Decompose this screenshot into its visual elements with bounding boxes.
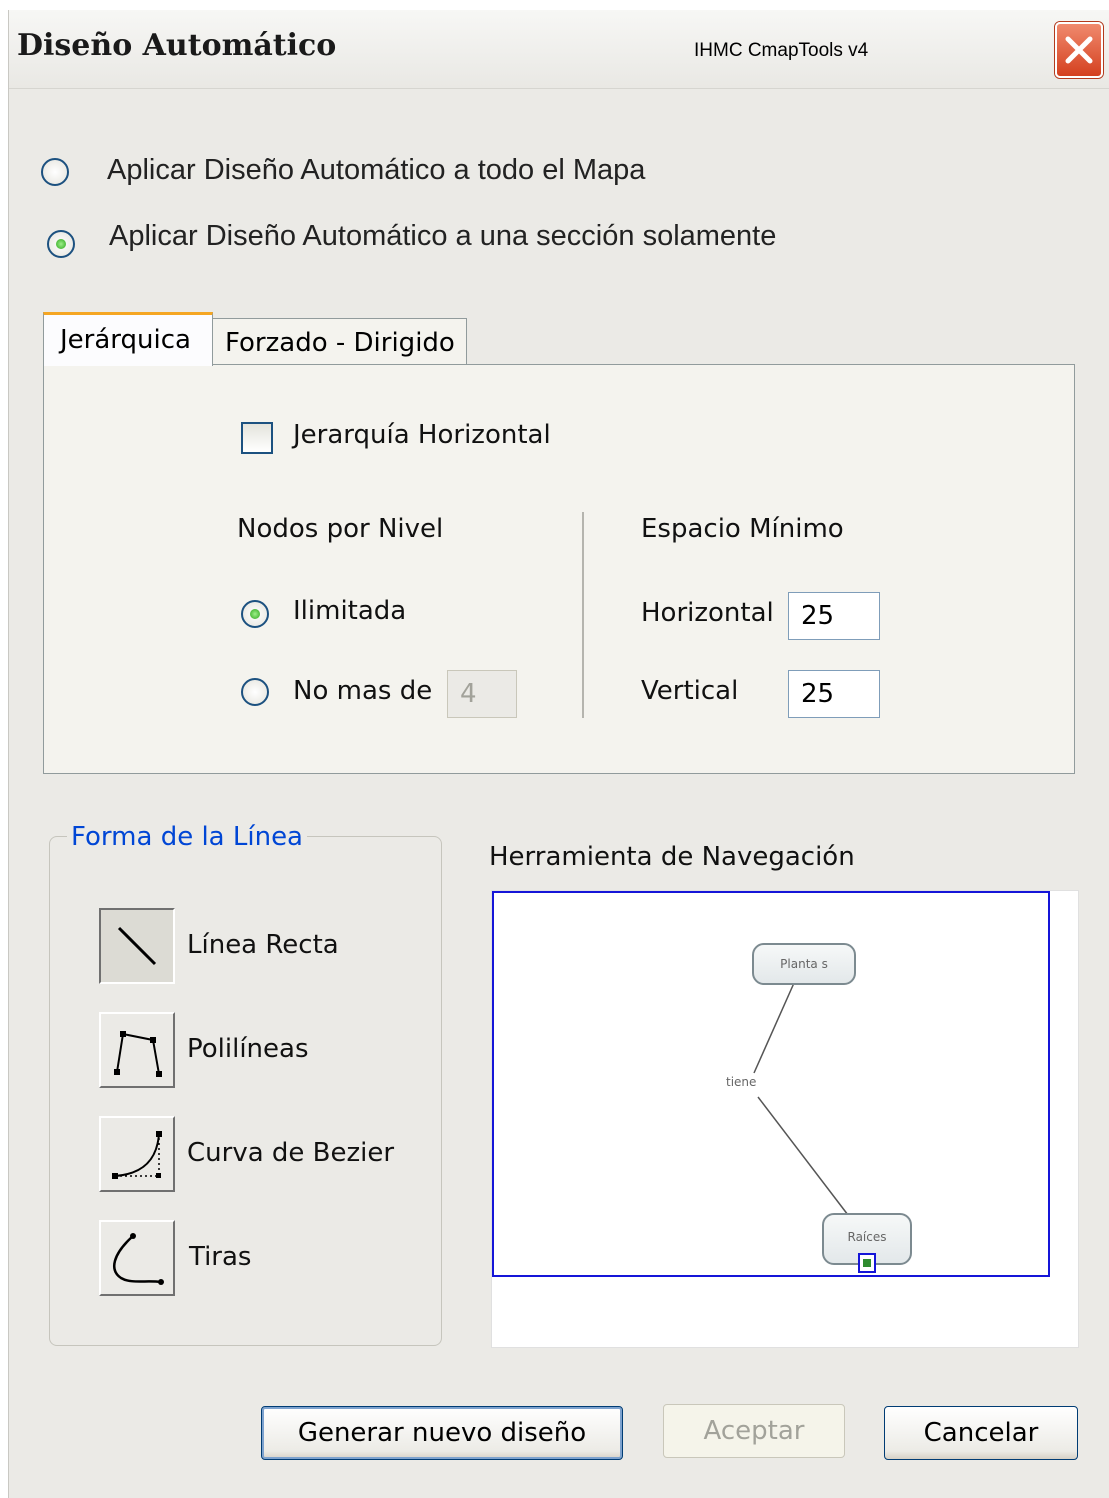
spline-icon [113, 1233, 164, 1285]
min-space-heading: Espacio Mínimo [641, 514, 844, 544]
panel-divider [582, 512, 584, 718]
straight-line-label[interactable]: Línea Recta [187, 930, 339, 960]
tab-forzado-dirigido[interactable]: Forzado - Dirigido [212, 318, 467, 364]
link-phrase[interactable]: tiene [726, 1075, 756, 1089]
hierarchical-panel [43, 364, 1075, 774]
radio-no-more-than[interactable] [241, 678, 269, 706]
tab-jerarquica[interactable]: Jerárquica [43, 312, 213, 366]
horizontal-hierarchy-checkbox[interactable] [241, 422, 273, 454]
radio-whole-map[interactable] [41, 158, 69, 186]
cancel-button[interactable]: Cancelar [884, 1406, 1078, 1460]
vertical-space-input[interactable]: 25 [788, 670, 880, 718]
app-name: IHMC CmapTools v4 [694, 40, 869, 61]
tab-jerarquica-label: Jerárquica [60, 325, 191, 355]
vertical-space-label: Vertical [641, 676, 739, 706]
spline-button[interactable] [99, 1220, 175, 1296]
horizontal-space-input[interactable]: 25 [788, 592, 880, 640]
bezier-curve-icon [112, 1131, 162, 1179]
polyline-label[interactable]: Polilíneas [187, 1034, 309, 1064]
radio-unlimited-label[interactable]: Ilimitada [293, 596, 406, 626]
line-shape-group-title: Forma de la Línea [67, 822, 307, 852]
straight-line-icon [117, 926, 157, 966]
close-icon [1065, 36, 1093, 64]
straight-line-button[interactable] [99, 908, 175, 984]
title-bar[interactable]: Diseño Automático IHMC CmapTools v4 [9, 10, 1109, 89]
polyline-button[interactable] [99, 1012, 175, 1088]
max-nodes-input[interactable]: 4 [447, 670, 517, 718]
generate-layout-button[interactable]: Generar nuevo diseño [261, 1406, 623, 1460]
bezier-curve-button[interactable] [99, 1116, 175, 1192]
tab-forzado-dirigido-label: Forzado - Dirigido [225, 328, 455, 358]
resource-icon[interactable] [858, 1253, 876, 1273]
radio-no-more-than-label[interactable]: No mas de [293, 676, 432, 706]
image-icon [863, 1259, 871, 1267]
nodes-per-level-heading: Nodos por Nivel [237, 514, 444, 544]
radio-unlimited[interactable] [241, 600, 269, 628]
spline-label[interactable]: Tiras [189, 1242, 251, 1272]
radio-whole-map-label[interactable]: Aplicar Diseño Automático a todo el Mapa [107, 154, 645, 187]
radio-section-only-label[interactable]: Aplicar Diseño Automático a una sección … [109, 220, 776, 253]
dialog-title: Diseño Automático [17, 28, 337, 63]
auto-layout-dialog: Diseño Automático IHMC CmapTools v4 Apli… [8, 10, 1109, 1498]
radio-section-only[interactable] [47, 230, 75, 258]
polyline-icon [114, 1031, 162, 1077]
horizontal-space-label: Horizontal [641, 598, 774, 628]
accept-button[interactable]: Aceptar [663, 1404, 845, 1458]
concept-node[interactable]: Planta s [752, 943, 856, 985]
bezier-curve-label[interactable]: Curva de Bezier [187, 1138, 394, 1168]
navigation-preview[interactable]: Planta s tiene Raíces [491, 890, 1079, 1348]
horizontal-hierarchy-label[interactable]: Jerarquía Horizontal [293, 420, 551, 450]
close-button[interactable] [1055, 22, 1103, 78]
navigation-tool-title: Herramienta de Navegación [489, 842, 855, 872]
